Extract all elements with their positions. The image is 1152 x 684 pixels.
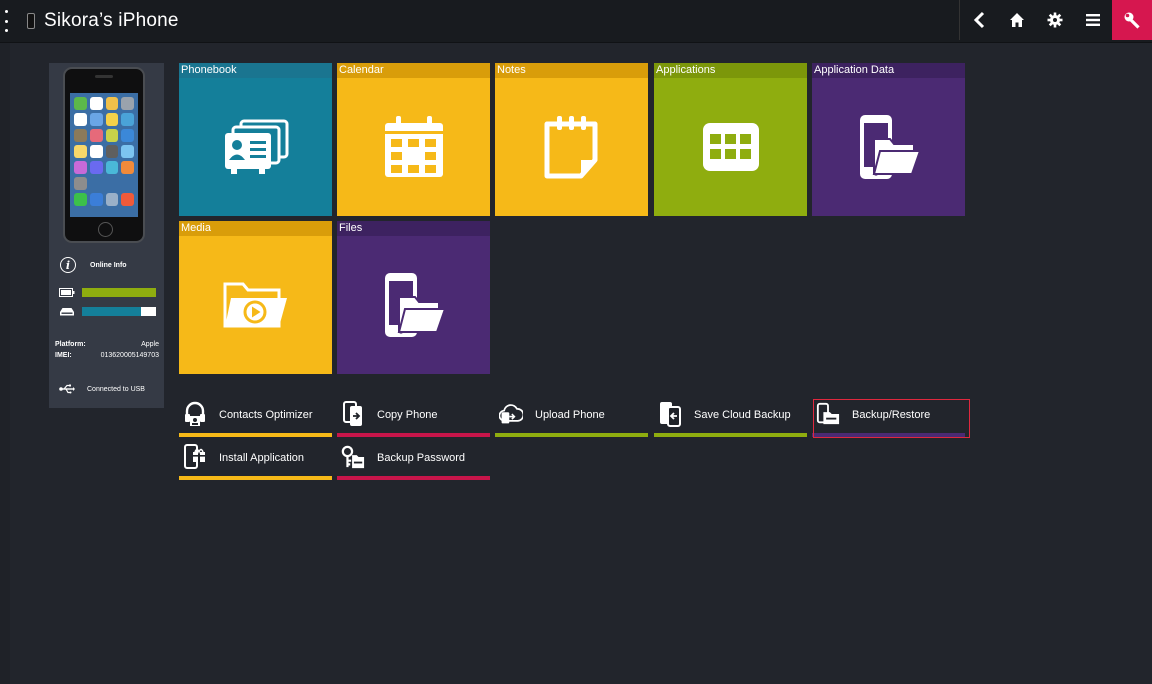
install-application-button[interactable]: Install Application xyxy=(179,442,332,480)
contacts-icon xyxy=(224,119,288,174)
tools-button[interactable] xyxy=(1112,0,1152,40)
calendar-icon xyxy=(384,116,443,177)
device-panel: i Online Info Platform: Apple IMEI: 0136… xyxy=(49,63,164,408)
tile-label: Applications xyxy=(654,63,807,78)
upload-phone-button[interactable]: Upload Phone xyxy=(495,399,648,437)
upload-phone-icon xyxy=(499,404,523,424)
action-label: Save Cloud Backup xyxy=(694,409,791,421)
tile-label: Media xyxy=(179,221,332,236)
tile-files[interactable]: Files xyxy=(337,221,490,374)
action-underline xyxy=(337,433,490,437)
imei-value: 013620005149703 xyxy=(100,352,159,359)
save-cloud-backup-button[interactable]: Save Cloud Backup xyxy=(654,399,807,437)
info-icon: i xyxy=(60,257,76,273)
action-label: Install Application xyxy=(219,452,304,464)
phone-icon xyxy=(27,13,35,29)
list-icon xyxy=(1086,14,1100,26)
action-label: Contacts Optimizer xyxy=(219,409,313,421)
backup-password-icon xyxy=(341,445,365,469)
install-app-icon xyxy=(184,444,205,469)
storage-bar xyxy=(82,307,156,316)
platform-row: Platform: Apple xyxy=(55,341,159,348)
imei-row: IMEI: 013620005149703 xyxy=(55,352,159,359)
backup-password-button[interactable]: Backup Password xyxy=(337,442,490,480)
imei-label: IMEI: xyxy=(55,352,72,359)
action-label: Backup Password xyxy=(377,452,466,464)
connection-row: Connected to USB xyxy=(59,384,145,394)
contacts-optimizer-button[interactable]: Contacts Optimizer xyxy=(179,399,332,437)
battery-icon xyxy=(59,288,75,297)
online-info-link[interactable]: i Online Info xyxy=(60,257,127,273)
tile-label: Phonebook xyxy=(179,63,332,78)
gear-icon xyxy=(1047,12,1063,28)
tile-calendar[interactable]: Calendar xyxy=(337,63,490,216)
tile-notes[interactable]: Notes xyxy=(495,63,648,216)
cloud-backup-icon xyxy=(660,402,681,427)
battery-bar xyxy=(82,288,156,297)
apps-grid-icon xyxy=(702,123,759,171)
more-options-icon[interactable] xyxy=(0,10,12,32)
action-underline xyxy=(337,476,490,480)
selection-highlight xyxy=(813,399,970,438)
action-label: Upload Phone xyxy=(535,409,605,421)
wrench-icon xyxy=(1124,12,1140,29)
tile-label: Calendar xyxy=(337,63,490,78)
title-bar: Sikora’s iPhone xyxy=(0,0,1152,43)
media-folder-icon xyxy=(223,282,287,328)
action-underline xyxy=(179,433,332,437)
tile-application-data[interactable]: Application Data xyxy=(812,63,965,216)
usb-icon xyxy=(59,384,75,394)
tile-phonebook[interactable]: Phonebook xyxy=(179,63,332,216)
action-label: Copy Phone xyxy=(377,409,438,421)
notes-icon xyxy=(544,116,597,179)
copy-phone-icon xyxy=(343,401,362,426)
home-screen-icons xyxy=(70,93,138,217)
tile-label: Application Data xyxy=(812,63,965,78)
connection-status: Connected to USB xyxy=(87,385,145,393)
copy-phone-button[interactable]: Copy Phone xyxy=(337,399,490,437)
online-info-label: Online Info xyxy=(90,261,127,269)
device-image xyxy=(63,67,145,243)
toolbar xyxy=(959,0,1152,40)
menu-button[interactable] xyxy=(1074,0,1112,40)
settings-button[interactable] xyxy=(1036,0,1074,40)
storage-icon xyxy=(60,308,74,316)
phone-folder-icon xyxy=(384,273,446,337)
tile-media[interactable]: Media xyxy=(179,221,332,374)
platform-value: Apple xyxy=(141,341,159,348)
home-button[interactable] xyxy=(998,0,1036,40)
back-button[interactable] xyxy=(959,0,998,40)
home-icon xyxy=(1010,13,1024,27)
storage-row xyxy=(59,307,156,316)
battery-row xyxy=(59,288,156,297)
action-underline xyxy=(654,433,807,437)
phone-folder-icon xyxy=(859,115,921,179)
action-underline xyxy=(495,433,648,437)
platform-label: Platform: xyxy=(55,341,86,348)
tile-label: Notes xyxy=(495,63,648,78)
action-underline xyxy=(179,476,332,480)
back-icon xyxy=(973,11,985,29)
contacts-optimizer-icon xyxy=(185,401,205,426)
tile-label: Files xyxy=(337,221,490,236)
tile-applications[interactable]: Applications xyxy=(654,63,807,216)
device-title: Sikora’s iPhone xyxy=(44,10,179,31)
